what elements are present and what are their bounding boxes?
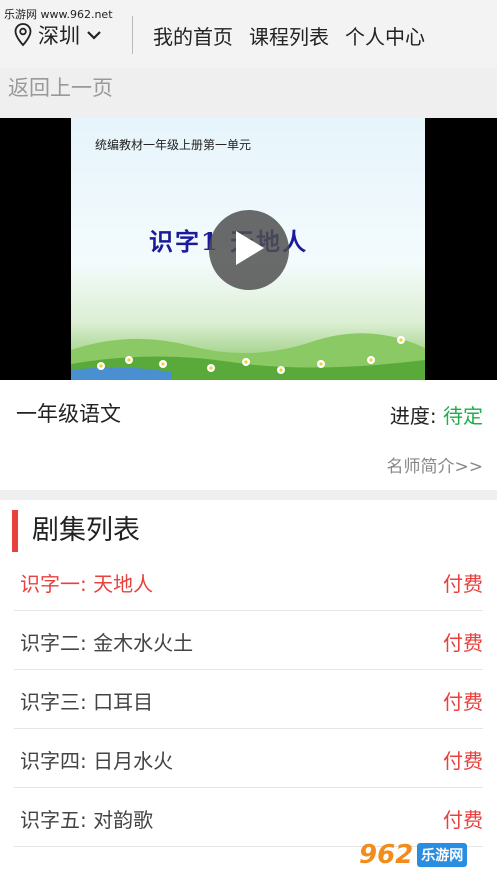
top-nav: 我的首页 课程列表 个人中心: [153, 21, 425, 50]
progress-label: 进度:: [389, 404, 437, 428]
progress-indicator: 进度: 待定: [390, 400, 483, 429]
episode-title: 识字四: 日月水火: [20, 749, 174, 773]
progress-status: 待定: [443, 404, 483, 428]
episode-title: 识字三: 口耳目: [20, 690, 154, 714]
episode-item[interactable]: 识字一: 天地人 付费: [14, 552, 483, 611]
watermark-logo: 962 乐游网: [359, 835, 489, 875]
header-divider: [132, 16, 133, 54]
back-link[interactable]: 返回上一页: [8, 72, 113, 102]
teacher-intro-link[interactable]: 名师简介>>: [387, 452, 484, 477]
play-button[interactable]: [209, 210, 289, 290]
episode-price: 付费: [443, 749, 483, 773]
episode-item[interactable]: 识字三: 口耳目 付费: [14, 670, 483, 729]
episode-price: 付费: [443, 690, 483, 714]
episode-title: 识字五: 对韵歌: [20, 808, 154, 832]
location-pin-icon: [14, 23, 32, 47]
episode-price: 付费: [443, 631, 483, 655]
logo-number: 962: [359, 840, 414, 870]
episode-price: 付费: [443, 572, 483, 596]
episode-section: 剧集列表 识字一: 天地人 付费 识字二: 金木水火土 付费 识字三: 口耳目 …: [0, 500, 497, 883]
logo-text: 乐游网: [417, 843, 468, 867]
episode-item[interactable]: 识字二: 金木水火土 付费: [14, 611, 483, 670]
episode-title: 识字一: 天地人: [20, 572, 154, 596]
watermark-site: 乐游网 www.962.net: [4, 8, 113, 21]
episode-list: 识字一: 天地人 付费 识字二: 金木水火土 付费 识字三: 口耳目 付费 识字…: [0, 552, 497, 847]
episode-item[interactable]: 识字四: 日月水火 付费: [14, 729, 483, 788]
episode-price: 付费: [443, 808, 483, 832]
play-icon: [232, 229, 266, 271]
slide-subtitle: 统编教材一年级上册第一单元: [95, 138, 252, 152]
city-label: 深圳: [38, 24, 80, 48]
course-info-panel: 一年级语文 进度: 待定 名师简介>>: [0, 380, 497, 490]
nav-course-list[interactable]: 课程列表: [249, 21, 329, 50]
video-player[interactable]: 统编教材一年级上册第一单元 识字1 天地人: [0, 118, 497, 380]
nav-profile[interactable]: 个人中心: [345, 21, 425, 50]
nav-home[interactable]: 我的首页: [153, 21, 233, 50]
episode-title: 识字二: 金木水火土: [20, 631, 194, 655]
flower-meadow-illustration: [71, 333, 425, 380]
chevron-down-icon: [86, 29, 102, 41]
city-selector[interactable]: 深圳: [14, 20, 102, 50]
episode-list-title: 剧集列表: [12, 510, 140, 552]
course-name: 一年级语文: [16, 402, 121, 426]
